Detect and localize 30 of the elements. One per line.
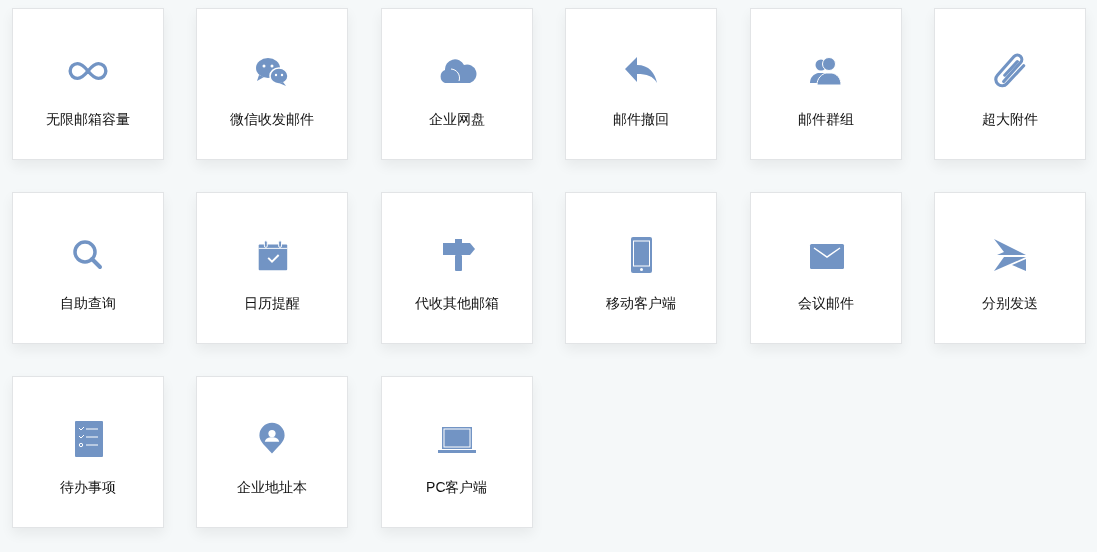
feature-card[interactable]: PC客户端: [380, 376, 533, 528]
feature-card[interactable]: 无限邮箱容量: [12, 8, 164, 160]
feature-label: 超大附件: [981, 110, 1038, 129]
feature-card[interactable]: 企业地址本: [196, 376, 349, 528]
feature-label: 企业地址本: [237, 478, 308, 497]
feature-label: 代收其他邮箱: [414, 294, 499, 313]
feature-card[interactable]: 移动客户端: [565, 192, 718, 344]
feature-label: 自助查询: [60, 294, 116, 313]
feature-label: 待办事项: [60, 478, 116, 497]
feature-card[interactable]: 企业网盘: [380, 8, 533, 160]
feature-card[interactable]: 代收其他邮箱: [380, 192, 533, 344]
feature-label: 分别发送: [981, 294, 1038, 313]
feature-label: 无限邮箱容量: [46, 110, 130, 129]
feature-label: 微信收发邮件: [230, 110, 315, 129]
feature-label: 企业网盘: [428, 110, 485, 129]
feature-card[interactable]: 分别发送: [933, 192, 1086, 344]
feature-label: 会议邮件: [797, 294, 854, 313]
feature-card[interactable]: 待办事项: [12, 376, 164, 528]
feature-label: 移动客户端: [606, 294, 677, 313]
feature-card[interactable]: 超大附件: [933, 8, 1086, 160]
feature-card[interactable]: 邮件撤回: [565, 8, 718, 160]
feature-card[interactable]: 日历提醒: [196, 192, 349, 344]
feature-card[interactable]: 会议邮件: [749, 192, 902, 344]
feature-card[interactable]: 邮件群组: [749, 8, 902, 160]
feature-card[interactable]: 自助查询: [12, 192, 164, 344]
feature-label: 邮件群组: [797, 110, 854, 129]
feature-label: 邮件撤回: [613, 110, 670, 129]
feature-label: PC客户端: [426, 478, 488, 497]
feature-label: 日历提醒: [244, 294, 301, 313]
feature-card[interactable]: 微信收发邮件: [196, 8, 349, 160]
